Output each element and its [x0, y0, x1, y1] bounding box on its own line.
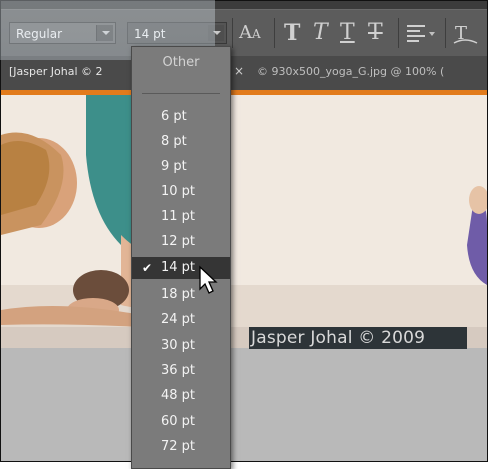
menu-item-8pt[interactable]: 8 pt — [132, 131, 230, 153]
yoga-photo — [1, 95, 487, 348]
align-left-icon[interactable] — [407, 24, 437, 46]
image-canvas[interactable] — [1, 95, 487, 348]
document-tab-inactive[interactable]: © 930x500_yoga_G.jpg @ 100% ( — [257, 65, 444, 78]
menu-item-9pt[interactable]: 9 pt — [132, 156, 230, 178]
close-icon[interactable]: × — [234, 64, 244, 78]
font-size-dropdown-menu: Other 6 pt 8 pt 9 pt 10 pt 11 pt 12 pt ✔… — [131, 46, 231, 469]
menu-item-60pt[interactable]: 60 pt — [132, 411, 230, 433]
strikethrough-icon[interactable]: T — [368, 19, 383, 47]
menu-item-30pt[interactable]: 30 pt — [132, 335, 230, 357]
anti-alias-icon[interactable]: AA — [239, 19, 261, 48]
canvas-pasteboard — [1, 348, 487, 461]
document-tab-bar: [Jasper Johal © 2 × © 930x500_yoga_G.jpg… — [1, 56, 487, 95]
menu-item-24pt[interactable]: 24 pt — [132, 309, 230, 331]
separator — [232, 18, 233, 48]
photoshop-window: Regular 14 pt AA T T T T T [Jasper Johal… — [0, 0, 488, 462]
menu-divider — [142, 93, 220, 94]
faux-italic-icon[interactable]: T — [313, 19, 328, 47]
warp-text-icon[interactable]: T — [453, 21, 479, 49]
menu-item-48pt[interactable]: 48 pt — [132, 385, 230, 407]
separator — [274, 18, 275, 48]
checkmark-icon: ✔ — [142, 261, 153, 275]
separator — [445, 18, 446, 48]
menu-item-12pt[interactable]: 12 pt — [132, 231, 230, 253]
menu-item-10pt[interactable]: 10 pt — [132, 181, 230, 203]
canvas-caption-text[interactable]: Jasper Johal © 2009 — [249, 327, 467, 349]
menu-item-11pt[interactable]: 11 pt — [132, 206, 230, 228]
separator — [398, 18, 399, 48]
menu-item-36pt[interactable]: 36 pt — [132, 360, 230, 382]
faux-bold-icon[interactable]: T — [284, 19, 300, 47]
underline-icon[interactable]: T — [340, 19, 355, 47]
menu-item-72pt[interactable]: 72 pt — [132, 436, 230, 458]
menu-item-6pt[interactable]: 6 pt — [132, 106, 230, 128]
menu-item-other[interactable]: Other — [132, 55, 230, 70]
document-tab-active[interactable]: [Jasper Johal © 2 — [9, 65, 103, 78]
mouse-pointer-icon — [198, 265, 220, 299]
